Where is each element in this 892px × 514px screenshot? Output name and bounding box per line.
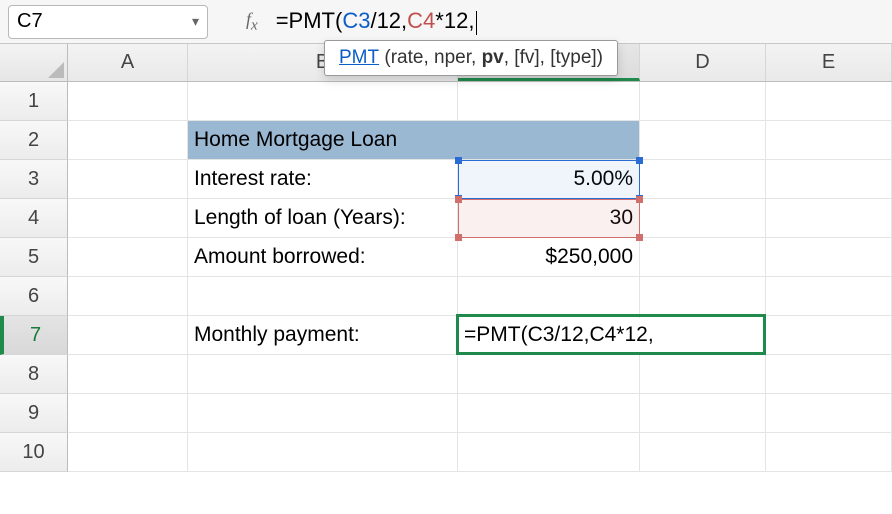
function-tooltip: PMT (rate, nper, pv, [fv], [type]) [324, 40, 618, 76]
row-header-3[interactable]: 3 [0, 160, 68, 199]
cell-E8[interactable] [766, 355, 892, 394]
cell-C1[interactable] [458, 82, 640, 121]
cell-A6[interactable] [68, 277, 188, 316]
row-header-6[interactable]: 6 [0, 277, 68, 316]
cell-B2-C2-merged[interactable]: Home Mortgage Loan [188, 121, 640, 160]
cell-A1[interactable] [68, 82, 188, 121]
cell-D4[interactable] [640, 199, 766, 238]
select-all-triangle-icon [48, 62, 64, 78]
cell-E5[interactable] [766, 238, 892, 277]
cell-C4[interactable]: 30 [458, 199, 640, 238]
cell-A8[interactable] [68, 355, 188, 394]
row-header-1[interactable]: 1 [0, 82, 68, 121]
chevron-down-icon[interactable]: ▾ [192, 13, 199, 30]
cell-B9[interactable] [188, 394, 458, 433]
cell-B5[interactable]: Amount borrowed: [188, 238, 458, 277]
cell-D5[interactable] [640, 238, 766, 277]
cell-A3[interactable] [68, 160, 188, 199]
tooltip-fn-link[interactable]: PMT [339, 47, 379, 68]
row-headers: 1 2 3 4 5 6 7 8 9 10 [0, 82, 68, 472]
cell-E10[interactable] [766, 433, 892, 472]
col-header-A[interactable]: A [68, 44, 188, 81]
cell-E2[interactable] [766, 121, 892, 160]
row-header-2[interactable]: 2 [0, 121, 68, 160]
cell-A9[interactable] [68, 394, 188, 433]
formula-input[interactable]: =PMT(C3/12,C4*12, [276, 8, 884, 34]
cell-D1[interactable] [640, 82, 766, 121]
cell-D10[interactable] [640, 433, 766, 472]
row-header-4[interactable]: 4 [0, 199, 68, 238]
cell-C10[interactable] [458, 433, 640, 472]
fx-icon[interactable]: fx [246, 9, 258, 35]
text-caret [476, 11, 477, 35]
cell-E7[interactable] [766, 316, 892, 355]
spreadsheet: A B C D E 1 2 3 4 5 6 7 8 9 10 [0, 44, 892, 472]
row-header-9[interactable]: 9 [0, 394, 68, 433]
cell-D6[interactable] [640, 277, 766, 316]
cell-B1[interactable] [188, 82, 458, 121]
cell-grid[interactable]: Home Mortgage Loan Interest rate: 5.00% … [68, 82, 892, 472]
row-header-10[interactable]: 10 [0, 433, 68, 472]
name-box-value: C7 [17, 10, 43, 33]
cell-E3[interactable] [766, 160, 892, 199]
cell-A7[interactable] [68, 316, 188, 355]
formula-bar: C7 ▾ fx =PMT(C3/12,C4*12, [0, 0, 892, 44]
row-header-8[interactable]: 8 [0, 355, 68, 394]
row-header-7[interactable]: 7 [0, 316, 68, 355]
cell-B10[interactable] [188, 433, 458, 472]
row-header-5[interactable]: 5 [0, 238, 68, 277]
select-all-corner[interactable] [0, 44, 68, 81]
cell-C5[interactable]: $250,000 [458, 238, 640, 277]
cell-A10[interactable] [68, 433, 188, 472]
cell-B3[interactable]: Interest rate: [188, 160, 458, 199]
cell-B4[interactable]: Length of loan (Years): [188, 199, 458, 238]
cell-A4[interactable] [68, 199, 188, 238]
col-header-E[interactable]: E [766, 44, 892, 81]
cell-E6[interactable] [766, 277, 892, 316]
cell-C3[interactable]: 5.00% [458, 160, 640, 199]
col-header-D[interactable]: D [640, 44, 766, 81]
cell-B8[interactable] [188, 355, 458, 394]
cell-D2[interactable] [640, 121, 766, 160]
cell-D9[interactable] [640, 394, 766, 433]
cell-B7[interactable]: Monthly payment: [188, 316, 458, 355]
cell-A2[interactable] [68, 121, 188, 160]
cell-D3[interactable] [640, 160, 766, 199]
cell-E4[interactable] [766, 199, 892, 238]
cell-C9[interactable] [458, 394, 640, 433]
cell-D8[interactable] [640, 355, 766, 394]
cell-A5[interactable] [68, 238, 188, 277]
cell-C8[interactable] [458, 355, 640, 394]
cell-B6[interactable] [188, 277, 458, 316]
cell-E1[interactable] [766, 82, 892, 121]
cell-C6[interactable] [458, 277, 640, 316]
name-box[interactable]: C7 ▾ [8, 5, 208, 39]
active-cell-editor[interactable]: =PMT(C3/12,C4*12, [460, 318, 760, 352]
cell-E9[interactable] [766, 394, 892, 433]
